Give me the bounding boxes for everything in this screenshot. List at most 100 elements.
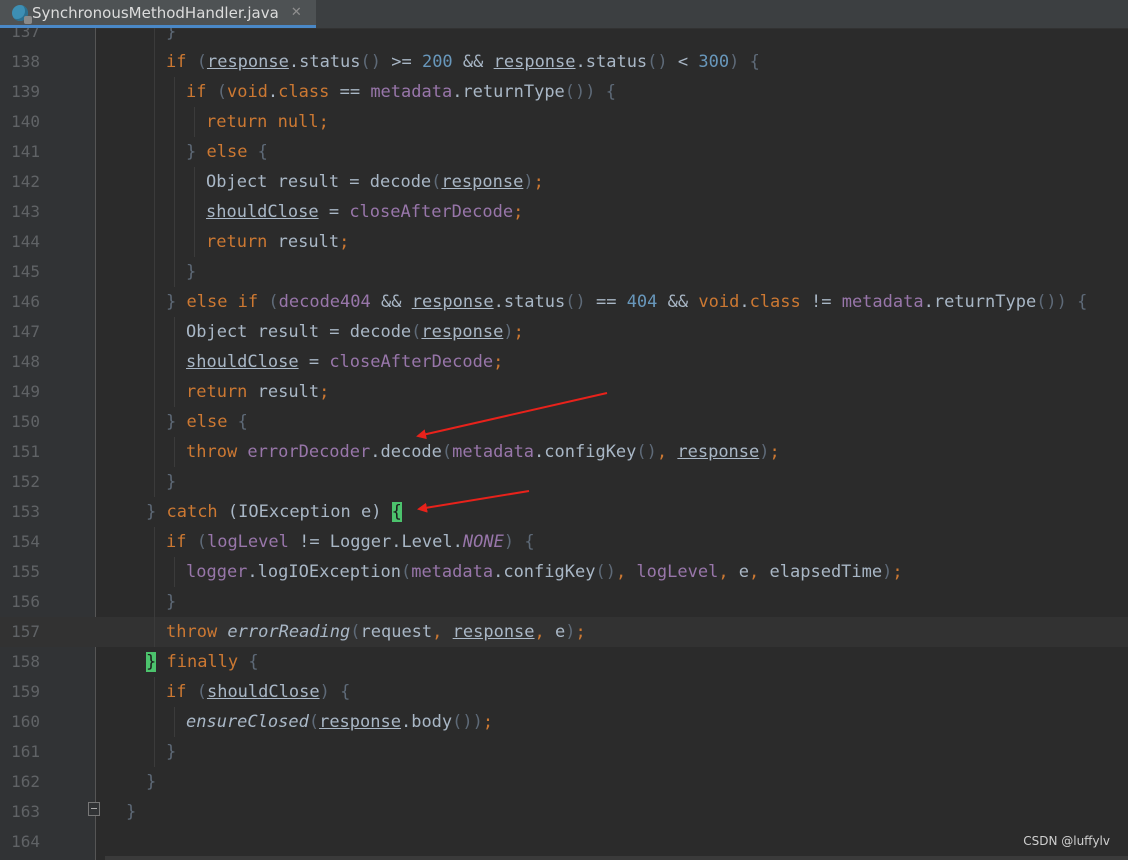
line-number: 161 (11, 742, 40, 761)
code-text: } (166, 742, 177, 762)
line-number: 142 (11, 172, 40, 191)
indent-guide (174, 557, 175, 587)
line-number: 153 (11, 502, 40, 521)
indent-guide (174, 347, 175, 377)
line-number: 152 (11, 472, 40, 491)
code-text: if (response.status() >= 200 && response… (166, 52, 760, 72)
code-line[interactable]: 160 ensureClosed(response.body()); (0, 707, 1128, 737)
code-line[interactable]: 154 if (logLevel != Logger.Level.NONE) { (0, 527, 1128, 557)
line-number: 162 (11, 772, 40, 791)
indent-guide (154, 377, 155, 407)
indent-guide (154, 707, 155, 737)
code-editor[interactable]: 137} 138 if (response.status() >= 200 && r… (0, 28, 1128, 860)
indent-guide (174, 317, 175, 347)
code-line[interactable]: 163} (0, 797, 1128, 827)
line-number: 141 (11, 142, 40, 161)
indent-guide (174, 377, 175, 407)
code-text: } (166, 592, 177, 612)
line-number: 146 (11, 292, 40, 311)
editor-tab[interactable]: SynchronousMethodHandler.java ✕ (0, 0, 316, 28)
code-line[interactable]: 148 shouldClose = closeAfterDecode; (0, 347, 1128, 377)
code-line[interactable]: 139 if (void.class == metadata.returnType… (0, 77, 1128, 107)
code-line[interactable]: 140 return null; (0, 107, 1128, 137)
line-number: 151 (11, 442, 40, 461)
line-number: 163 (11, 802, 40, 821)
close-icon[interactable]: ✕ (291, 5, 302, 20)
indent-guide (154, 587, 155, 617)
code-line[interactable]: 152} (0, 467, 1128, 497)
indent-guide (154, 107, 155, 137)
indent-guide (154, 737, 155, 767)
indent-guide (174, 137, 175, 167)
indent-guide (154, 137, 155, 167)
code-text: shouldClose = closeAfterDecode; (186, 352, 504, 372)
java-class-icon (12, 4, 32, 24)
code-line[interactable]: 144 return result; (0, 227, 1128, 257)
tab-title: SynchronousMethodHandler.java (32, 3, 279, 22)
code-line[interactable]: 145} (0, 257, 1128, 287)
horizontal-scrollbar[interactable] (105, 856, 1128, 860)
code-line[interactable]: 153 } catch (IOException e) { (0, 497, 1128, 527)
indent-guide (154, 677, 155, 707)
code-text: throw errorReading(request, response, e)… (166, 622, 586, 642)
code-line[interactable]: 159 if (shouldClose) { (0, 677, 1128, 707)
code-line[interactable]: 164 (0, 827, 1128, 857)
code-line[interactable]: 138 if (response.status() >= 200 && respo… (0, 47, 1128, 77)
code-line[interactable]: 143 shouldClose = closeAfterDecode; (0, 197, 1128, 227)
code-line[interactable]: 150} else { (0, 407, 1128, 437)
code-line[interactable]: 161} (0, 737, 1128, 767)
indent-guide (154, 467, 155, 497)
indent-guide (154, 77, 155, 107)
indent-guide (154, 167, 155, 197)
indent-guide (154, 287, 155, 317)
indent-guide (174, 77, 175, 107)
line-number: 164 (11, 832, 40, 851)
code-text: } else { (166, 412, 248, 432)
code-text: Object result = decode(response); (186, 322, 524, 342)
line-number: 145 (11, 262, 40, 281)
code-line[interactable]: 149 return result; (0, 377, 1128, 407)
code-line[interactable]: 156} (0, 587, 1128, 617)
indent-guide (154, 347, 155, 377)
line-number: 149 (11, 382, 40, 401)
indent-guide (194, 107, 195, 137)
line-number: 159 (11, 682, 40, 701)
indent-guide (174, 707, 175, 737)
code-line[interactable]: 147 Object result = decode(response); (0, 317, 1128, 347)
code-line[interactable]: 141} else { (0, 137, 1128, 167)
watermark: CSDN @luffylv (1023, 834, 1110, 848)
indent-guide (154, 28, 155, 47)
code-line[interactable]: 142 Object result = decode(response); (0, 167, 1128, 197)
code-line[interactable]: 155 logger.logIOException(metadata.config… (0, 557, 1128, 587)
line-number: 137 (11, 28, 40, 41)
code-text: throw errorDecoder.decode(metadata.confi… (186, 442, 780, 462)
code-line[interactable]: 151 throw errorDecoder.decode(metadata.co… (0, 437, 1128, 467)
code-text: } (186, 262, 197, 282)
line-number: 157 (11, 622, 40, 641)
code-line[interactable]: 162} (0, 767, 1128, 797)
line-number: 160 (11, 712, 40, 731)
indent-guide (174, 227, 175, 257)
line-number: 156 (11, 592, 40, 611)
line-number: 143 (11, 202, 40, 221)
indent-guide (154, 407, 155, 437)
fold-icon[interactable] (88, 802, 100, 816)
code-text: return result; (206, 232, 350, 252)
code-text: } (126, 802, 137, 822)
code-line[interactable]: 146} else if (decode404 && response.stat… (0, 287, 1128, 317)
indent-guide (174, 197, 175, 227)
code-text: Object result = decode(response); (206, 172, 544, 192)
code-text: logger.logIOException(metadata.configKey… (186, 562, 903, 582)
indent-guide (154, 197, 155, 227)
indent-guide (154, 47, 155, 77)
code-line[interactable]: 157 throw errorReading(request, response,… (0, 617, 1128, 647)
indent-guide (174, 167, 175, 197)
indent-guide (154, 557, 155, 587)
code-text: return result; (186, 382, 330, 402)
indent-guide (174, 107, 175, 137)
code-text: } catch (IOException e) { (146, 502, 402, 522)
code-text: } (166, 472, 177, 492)
indent-guide (194, 197, 195, 227)
code-line[interactable]: 137} (0, 28, 1128, 47)
code-line[interactable]: 158} finally { (0, 647, 1128, 677)
